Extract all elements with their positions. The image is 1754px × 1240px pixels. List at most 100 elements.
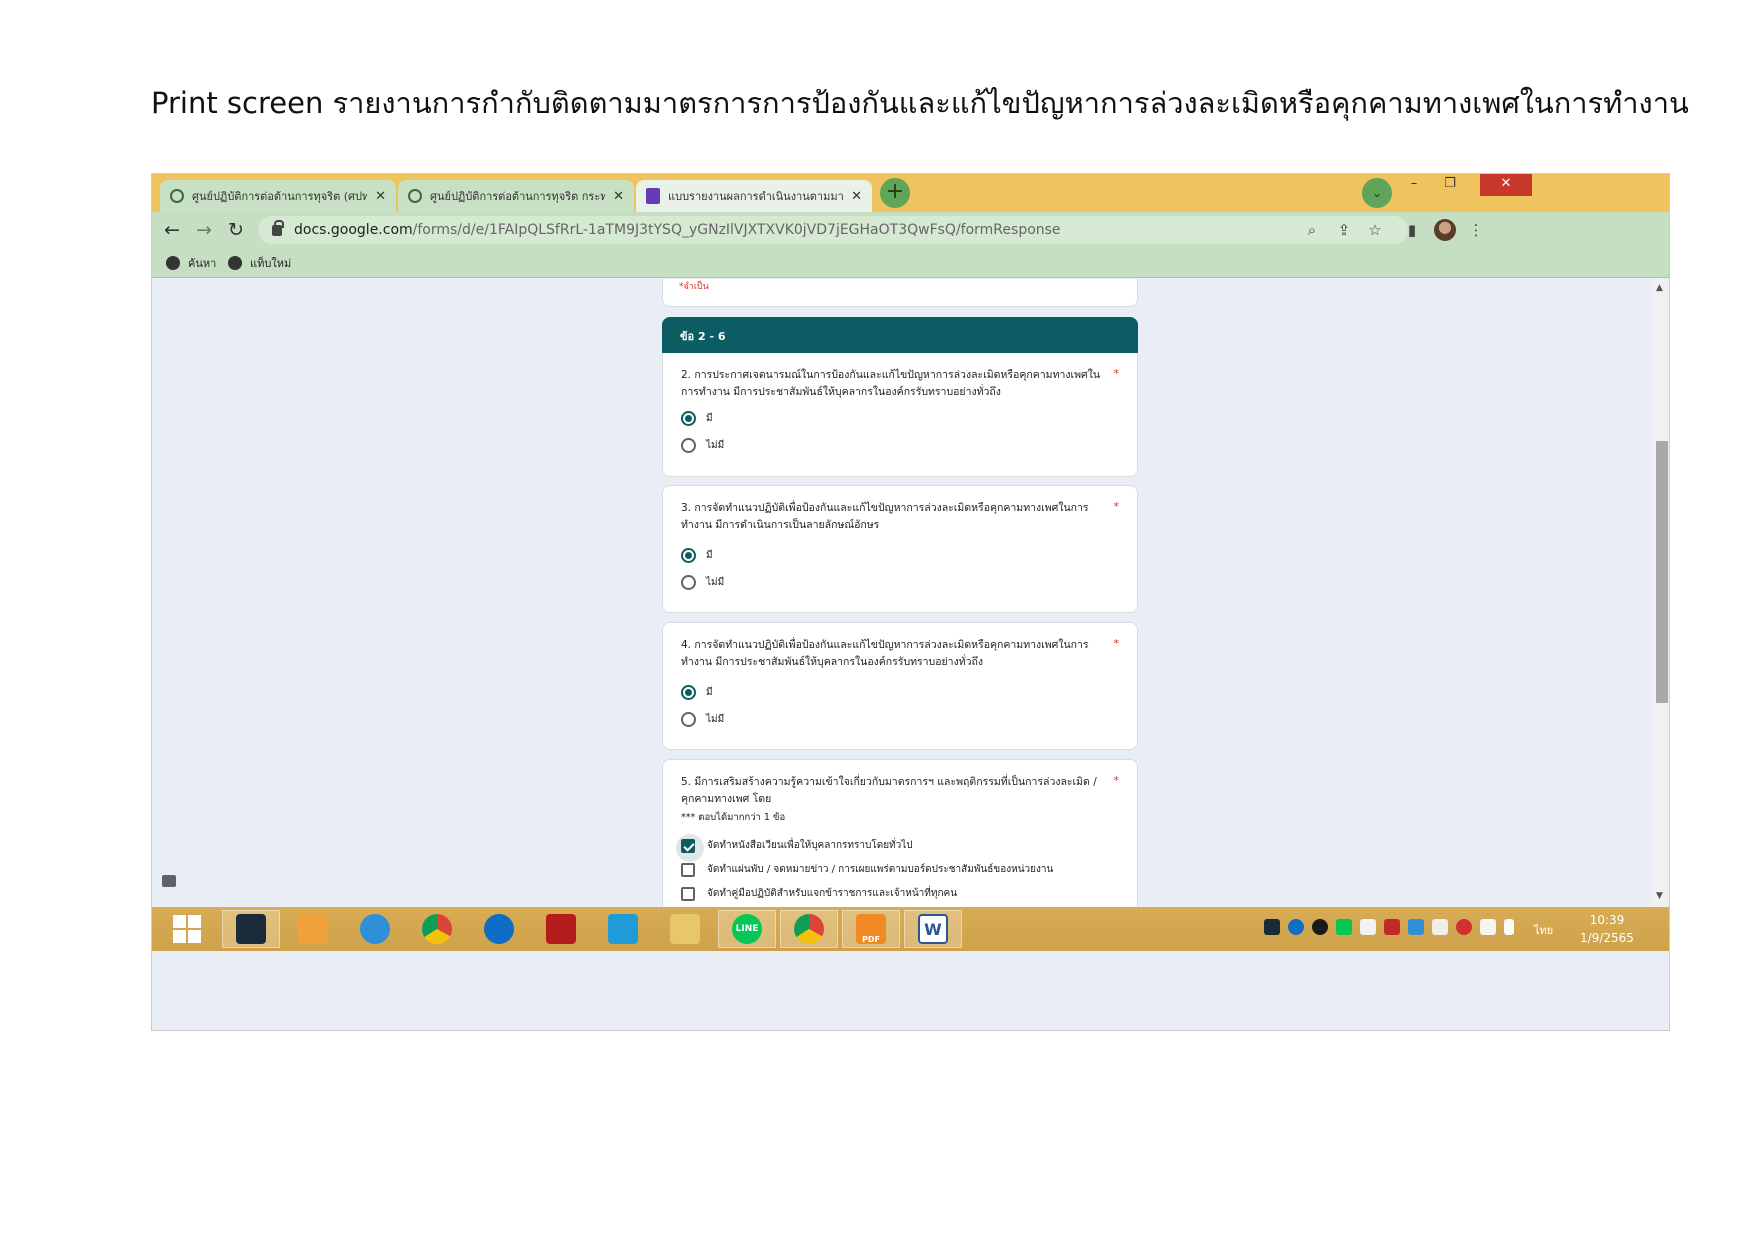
radio-button[interactable] (681, 548, 696, 563)
radio-option[interactable]: ไม่มี (681, 712, 724, 727)
option-label: ไม่มี (706, 440, 725, 451)
tab-spt-2[interactable]: ศูนย์ปฏิบัติการต่อต้านการทุจริต กระทรวง … (398, 180, 634, 212)
tab-forms-active[interactable]: แบบรายงานผลการดำเนินงานตามมาตรการ ✕ (636, 180, 872, 212)
required-star: * (1113, 774, 1120, 787)
start-button[interactable] (158, 910, 216, 948)
checkbox[interactable] (676, 833, 704, 862)
tab-title: ศูนย์ปฏิบัติการต่อต้านการทุจริต (ศปท.) (192, 190, 368, 203)
taskbar-file-shredder[interactable] (532, 910, 590, 948)
bookmark-label: แท็บใหม่ (250, 257, 292, 270)
url-domain: docs.google.com (294, 222, 413, 238)
profile-avatar[interactable] (1434, 219, 1456, 241)
close-icon[interactable]: ✕ (375, 189, 386, 204)
speaker-icon[interactable] (1360, 919, 1376, 935)
google-forms-icon (646, 188, 660, 204)
checkbox[interactable] (681, 862, 695, 877)
taskbar-media-player[interactable] (284, 910, 342, 948)
scroll-up-icon[interactable]: ▲ (1656, 283, 1663, 293)
webex-tray-icon[interactable] (1264, 919, 1280, 935)
option-label: ไม่มี (706, 577, 725, 588)
page-scrollbar[interactable]: ▲ ▼ (1652, 279, 1669, 907)
chrome-icon (422, 914, 452, 944)
forward-button[interactable]: → (192, 218, 216, 242)
address-bar[interactable]: docs.google.com/forms/d/e/1FAIpQLSfRrL-1… (258, 216, 1408, 244)
taskbar-chrome[interactable] (408, 910, 466, 948)
no-sound-icon[interactable] (1456, 919, 1472, 935)
line-icon: LINE (732, 914, 762, 944)
bookmark-item[interactable]: ค้นหา (166, 254, 216, 272)
checkbox-option[interactable]: จัดทำคู่มือปฏิบัติสำหรับแจกข้าราชการและเ… (681, 886, 957, 901)
taskbar-internet-explorer[interactable] (346, 910, 404, 948)
minimize-button[interactable]: – (1394, 174, 1434, 196)
share-icon[interactable]: ⇪ (1334, 220, 1354, 240)
close-icon[interactable]: ✕ (851, 189, 862, 204)
taskbar-file-explorer[interactable] (656, 910, 714, 948)
taskbar-word[interactable]: W (904, 910, 962, 948)
teamviewer-tray-icon[interactable] (1288, 919, 1304, 935)
radio-option[interactable]: มี (681, 685, 713, 700)
radio-button[interactable] (681, 685, 696, 700)
checkbox-option[interactable]: จัดทำแผ่นพับ / จดหมายข่าว / การเผยแพร่ตา… (681, 862, 1053, 877)
teamviewer-icon (484, 914, 514, 944)
new-tab-button[interactable]: + (880, 178, 910, 208)
checkbox-option[interactable]: จัดทำหนังสือเวียนเพื่อให้บุคลากรทราบโดยท… (676, 833, 913, 862)
checkbox[interactable] (681, 886, 695, 901)
zoom-icon[interactable]: ⌕ (1302, 220, 1322, 240)
radio-option[interactable]: มี (681, 548, 713, 563)
taskbar-file-transfer[interactable] (594, 910, 652, 948)
taskbar-webex[interactable] (222, 910, 280, 948)
option-label: จัดทำแผ่นพับ / จดหมายข่าว / การเผยแพร่ตา… (707, 864, 1054, 875)
input-language[interactable]: ไทย (1534, 921, 1553, 939)
question-title: 4. การจัดทำแนวปฏิบัติเพื่อป้องกันและแก้ไ… (681, 639, 1089, 668)
back-button[interactable]: ← (160, 218, 184, 242)
tab-search-button[interactable]: ⌄ (1362, 178, 1392, 208)
tab-strip: ศูนย์ปฏิบัติการต่อต้านการทุจริต (ศปท.) ✕… (152, 174, 1669, 212)
option-label: มี (706, 550, 713, 561)
word-icon: W (918, 914, 948, 944)
menu-kebab-icon[interactable]: ⋮ (1466, 220, 1486, 240)
taskbar-line[interactable]: LINE (718, 910, 776, 948)
restore-button[interactable]: ❐ (1430, 174, 1470, 196)
radio-button[interactable] (681, 575, 696, 590)
line-tray-icon[interactable] (1336, 919, 1352, 935)
required-star: * (1113, 637, 1120, 650)
bluetooth-icon[interactable] (1312, 919, 1328, 935)
scroll-thumb[interactable] (1656, 441, 1668, 703)
radio-button[interactable] (681, 438, 696, 453)
browser-screenshot: ศูนย์ปฏิบัติการต่อต้านการทุจริต (ศปท.) ✕… (151, 173, 1670, 1031)
system-clock[interactable]: 10:39 1/9/2565 (1572, 911, 1642, 947)
tab-spt-1[interactable]: ศูนย์ปฏิบัติการต่อต้านการทุจริต (ศปท.) ✕ (160, 180, 396, 212)
lock-icon (272, 219, 284, 236)
taskbar-pdf-tool[interactable]: PDF (842, 910, 900, 948)
document-page: Print screen รายงานการกำกับติดตามมาตรการ… (0, 0, 1754, 1240)
radio-button[interactable] (681, 411, 696, 426)
radio-option[interactable]: ไม่มี (681, 575, 724, 590)
radio-option[interactable]: ไม่มี (681, 438, 724, 453)
question-card: 2. การประกาศเจตนารมณ์ในการป้องกันและแก้ไ… (662, 353, 1138, 477)
window-close-button[interactable]: ✕ (1480, 174, 1532, 196)
taskbar-teamviewer[interactable] (470, 910, 528, 948)
radio-option[interactable]: มี (681, 411, 713, 426)
question-title: 2. การประกาศเจตนารมณ์ในการป้องกันและแก้ไ… (681, 369, 1101, 398)
taskbar-chrome-profile[interactable] (780, 910, 838, 948)
question-title: 3. การจัดทำแนวปฏิบัติเพื่อป้องกันและแก้ไ… (681, 502, 1089, 531)
scroll-down-icon[interactable]: ▼ (1656, 891, 1663, 901)
side-panel-icon[interactable]: ▮ (1402, 220, 1422, 240)
globe-icon (228, 256, 242, 270)
option-label: มี (706, 413, 713, 424)
action-center-flag-icon[interactable] (1480, 919, 1496, 935)
bookmark-item[interactable]: แท็บใหม่ (228, 254, 291, 272)
network-adapter-icon[interactable] (1408, 919, 1424, 935)
bookmark-star-icon[interactable]: ☆ (1365, 220, 1385, 240)
antivirus-icon[interactable] (1384, 919, 1400, 935)
multi-answer-hint: *** ตอบได้มากกว่า 1 ข้อ (681, 812, 786, 823)
webex-icon (236, 914, 266, 944)
close-icon[interactable]: ✕ (613, 189, 624, 204)
reload-button[interactable]: ↻ (224, 218, 248, 242)
signal-bars-icon[interactable] (1432, 919, 1448, 935)
feedback-icon[interactable] (162, 875, 176, 887)
windows-logo-icon (173, 915, 201, 943)
radio-button[interactable] (681, 712, 696, 727)
battery-icon[interactable] (1504, 919, 1514, 935)
question-card: 3. การจัดทำแนวปฏิบัติเพื่อป้องกันและแก้ไ… (662, 485, 1138, 613)
